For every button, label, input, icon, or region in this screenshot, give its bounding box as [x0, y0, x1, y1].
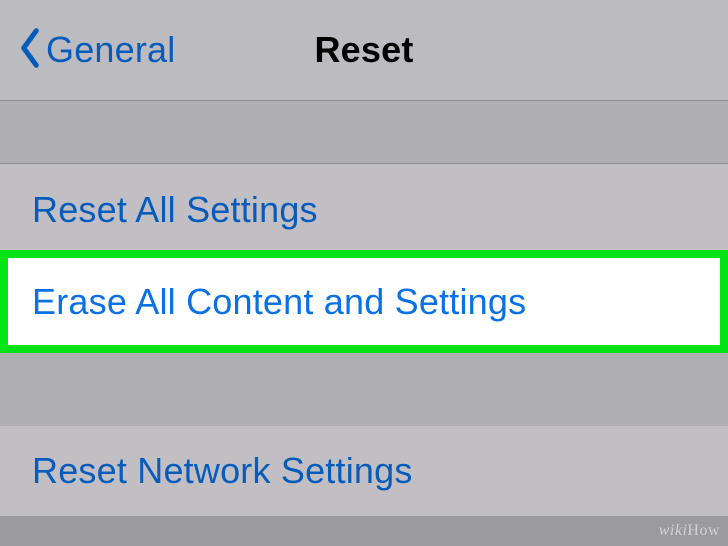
- back-label: General: [46, 29, 175, 71]
- chevron-left-icon: [18, 26, 42, 75]
- cell-label: Reset All Settings: [32, 189, 318, 231]
- cell-label: Reset Network Settings: [32, 450, 413, 492]
- page-title: Reset: [314, 29, 413, 71]
- cell-label: Erase All Content and Settings: [32, 281, 526, 323]
- reset-network-settings-cell[interactable]: Reset Network Settings: [0, 426, 728, 516]
- section-spacer: [0, 348, 728, 426]
- reset-all-settings-cell[interactable]: Reset All Settings: [0, 164, 728, 256]
- erase-all-content-cell[interactable]: Erase All Content and Settings: [0, 256, 728, 348]
- nav-header: General Reset: [0, 0, 728, 100]
- section-spacer: [0, 100, 728, 164]
- watermark: wikiHow: [659, 522, 720, 540]
- back-button[interactable]: General: [18, 26, 175, 75]
